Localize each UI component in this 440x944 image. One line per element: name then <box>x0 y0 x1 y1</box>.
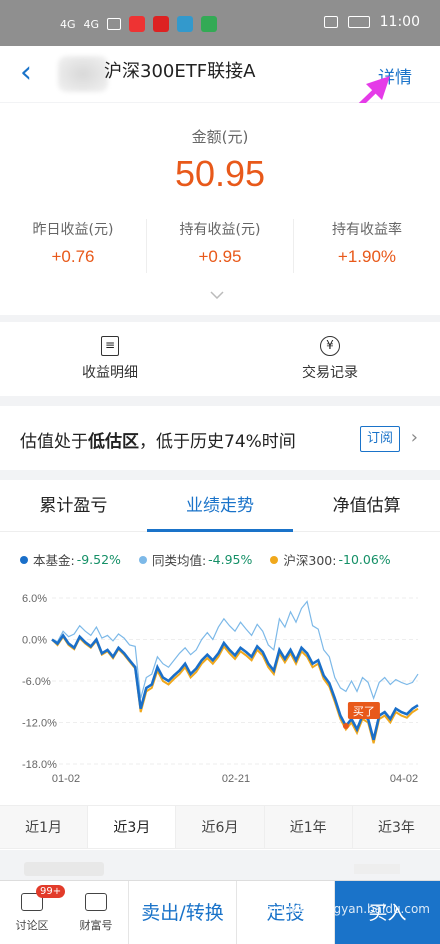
annotation-dot <box>342 722 349 729</box>
period-3y[interactable]: 近3年 <box>353 806 440 848</box>
period-selector: 近1月 近3月 近6月 近1年 近3年 <box>0 805 440 849</box>
back-icon[interactable]: ‹ <box>20 58 32 88</box>
watermark: Baidu经验 jingyan.baidu.com <box>257 902 430 916</box>
next-section-peek <box>354 864 400 874</box>
metric-yesterday: 昨日收益(元) +0.76 <box>0 219 147 273</box>
battery-icon <box>347 16 370 28</box>
legend-value: -4.95% <box>208 552 253 567</box>
metric-value: +0.95 <box>198 247 242 266</box>
blurred-fund-prefix <box>58 56 108 92</box>
period-3m[interactable]: 近3月 <box>88 806 177 848</box>
tab-cumulative[interactable]: 累计盈亏 <box>0 480 147 531</box>
valuation-suffix: ，低于历史74%时间 <box>139 432 296 452</box>
action-label: 交易记录 <box>302 365 358 381</box>
legend-value: -9.52% <box>76 552 121 567</box>
holding-summary: 金额(元) 50.95 昨日收益(元) +0.76 持有收益(元) +0.95 … <box>0 103 440 315</box>
chevron-right-icon[interactable]: › <box>411 427 418 448</box>
app-icon <box>177 16 194 32</box>
metric-holding-profit: 持有收益(元) +0.95 <box>147 219 294 273</box>
legend-dot <box>20 555 28 564</box>
metric-label: 持有收益(元) <box>179 222 261 238</box>
valuation-banner[interactable]: 估值处于低估区，低于历史74%时间 订阅 › <box>0 406 440 470</box>
y-tick-label: -6.0% <box>22 676 51 688</box>
tab-nav-estimate[interactable]: 净值估算 <box>293 480 440 531</box>
y-tick-label: 0.0% <box>22 635 47 647</box>
income-detail-button[interactable]: ≡ 收益明细 <box>0 322 220 396</box>
yen-icon: ¥ <box>320 336 340 356</box>
y-tick-label: 6.0% <box>22 593 47 605</box>
legend-dot <box>138 555 147 564</box>
metrics-row: 昨日收益(元) +0.76 持有收益(元) +0.95 持有收益率 +1.90% <box>0 219 440 273</box>
legend-value: -10.06% <box>338 552 391 567</box>
period-1y[interactable]: 近1年 <box>265 806 353 848</box>
x-tick-label: 02-21 <box>222 773 250 784</box>
metric-label: 昨日收益(元) <box>32 222 114 238</box>
y-tick-label: -18.0% <box>22 759 57 771</box>
period-1m[interactable]: 近1月 <box>0 806 89 848</box>
legend-item-fund: 本基金: -9.52% <box>20 550 121 569</box>
wealth-button[interactable]: 财富号 <box>64 892 128 933</box>
legend-name: 本基金: <box>33 553 75 568</box>
app-icon <box>129 16 146 32</box>
performance-chart: 6.0% 0.0% -6.0% -12.0% -18.0% 01-02 02-21 04-02… <box>22 593 419 784</box>
annotation-label: 买了 <box>353 705 375 718</box>
wifi-icon <box>107 18 122 30</box>
fund-title: 沪深300ETF联接A <box>104 61 256 82</box>
period-6m[interactable]: 近6月 <box>176 806 265 848</box>
metric-holding-rate: 持有收益率 +1.90% <box>294 219 440 273</box>
clock: 11:00 <box>379 14 420 30</box>
performance-tabs: 累计盈亏 业绩走势 净值估算 <box>0 480 440 532</box>
chart-legend: 本基金: -9.52% 同类均值: -4.95% 沪深300: -10.06% <box>20 550 440 569</box>
legend-item-index: 沪深300: -10.06% <box>270 550 391 569</box>
subscribe-button[interactable]: 订阅 <box>360 426 400 452</box>
document-icon: ≡ <box>101 336 119 356</box>
series-line-2 <box>51 634 419 744</box>
legend-name: 沪深300: <box>283 553 337 568</box>
series-line-0 <box>51 633 419 741</box>
next-section-peek <box>24 862 104 876</box>
valuation-text: 估值处于低估区，低于历史74%时间 <box>20 427 296 452</box>
forum-label: 讨论区 <box>15 918 49 932</box>
amount-label: 金额(元) <box>191 128 249 146</box>
signal-label-1: 4G <box>60 17 76 31</box>
forum-badge: 99+ <box>36 884 66 898</box>
app-icon <box>201 16 218 32</box>
x-tick-label: 01-02 <box>52 773 80 784</box>
legend-name: 同类均值: <box>151 553 207 568</box>
valuation-emphasis: 低估区 <box>88 432 139 452</box>
forum-button[interactable]: 99+ 讨论区 <box>0 884 66 933</box>
wealth-label: 财富号 <box>79 918 113 932</box>
metric-label: 持有收益率 <box>332 222 402 238</box>
shop-icon <box>85 892 107 911</box>
y-tick-label: -12.0% <box>22 718 57 730</box>
metric-value: +1.90% <box>337 247 397 266</box>
metric-value: +0.76 <box>51 247 95 266</box>
app-icon <box>153 16 170 32</box>
sell-convert-button[interactable]: 卖出/转换 <box>128 880 236 944</box>
x-tick-label: 04-02 <box>390 773 418 784</box>
legend-dot <box>270 555 279 564</box>
performance-panel: 累计盈亏 业绩走势 净值估算 本基金: -9.52% 同类均值: -4.95% 沪深… <box>0 480 440 850</box>
valuation-prefix: 估值处于 <box>20 432 88 452</box>
amount-value: 50.95 <box>174 153 266 194</box>
trade-records-button[interactable]: ¥ 交易记录 <box>220 322 440 396</box>
alarm-icon <box>323 16 338 28</box>
signal-label-2: 4G <box>83 17 100 31</box>
legend-item-peer: 同类均值: -4.95% <box>138 550 253 569</box>
expand-chevron-icon[interactable] <box>210 291 224 299</box>
action-row: ≡ 收益明细 ¥ 交易记录 <box>0 322 440 396</box>
action-label: 收益明细 <box>82 365 138 381</box>
tab-performance[interactable]: 业绩走势 <box>146 480 294 532</box>
status-bar: 4G 4G 11:00 <box>0 0 440 46</box>
